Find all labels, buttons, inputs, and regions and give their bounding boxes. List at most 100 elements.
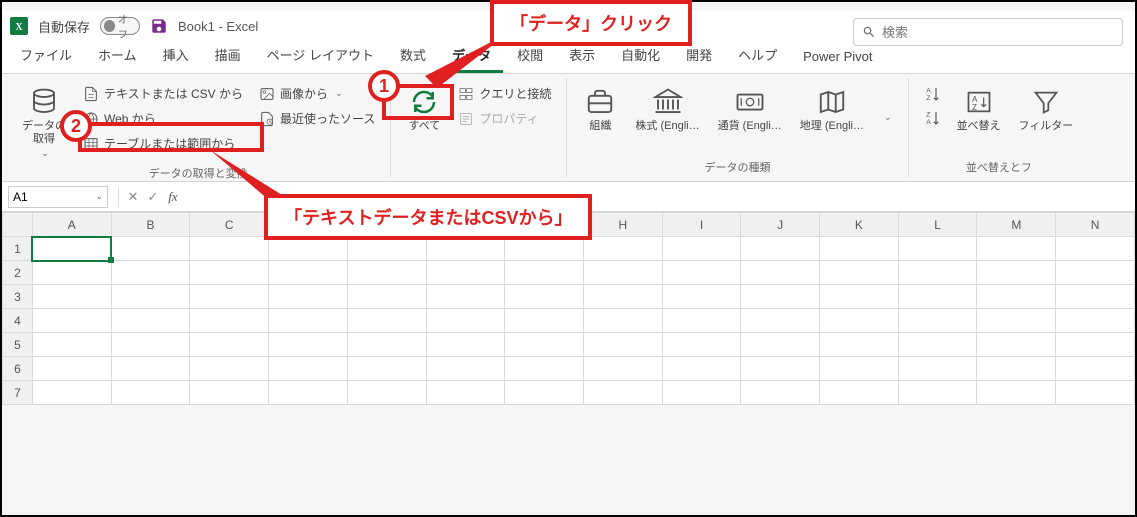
column-header[interactable]: M bbox=[977, 213, 1056, 237]
row-header[interactable]: 1 bbox=[3, 237, 33, 261]
datatypes-more[interactable]: ⌄ bbox=[876, 82, 898, 127]
cancel-icon[interactable]: ✕ bbox=[123, 189, 143, 205]
cell[interactable] bbox=[32, 261, 111, 285]
cell[interactable] bbox=[32, 357, 111, 381]
tab-draw[interactable]: 描画 bbox=[203, 39, 253, 73]
cell[interactable] bbox=[662, 333, 741, 357]
cell[interactable] bbox=[347, 309, 426, 333]
cell[interactable] bbox=[426, 381, 505, 405]
cell[interactable] bbox=[977, 285, 1056, 309]
cell[interactable] bbox=[898, 333, 977, 357]
cell[interactable] bbox=[111, 333, 190, 357]
cell[interactable] bbox=[820, 285, 899, 309]
cell[interactable] bbox=[741, 309, 820, 333]
properties-button[interactable]: プロパティ bbox=[453, 107, 556, 130]
sort-button[interactable]: AZ 並べ替え bbox=[951, 82, 1007, 137]
cell[interactable] bbox=[820, 333, 899, 357]
cell[interactable] bbox=[347, 261, 426, 285]
cell[interactable] bbox=[820, 261, 899, 285]
cell[interactable] bbox=[662, 285, 741, 309]
recent-sources-button[interactable]: 最近使ったソース bbox=[254, 107, 380, 130]
autosave-toggle[interactable]: オフ bbox=[100, 17, 140, 35]
cell[interactable] bbox=[269, 237, 348, 261]
cell[interactable] bbox=[583, 285, 662, 309]
cell[interactable] bbox=[977, 381, 1056, 405]
column-header[interactable]: I bbox=[662, 213, 741, 237]
cell[interactable] bbox=[583, 357, 662, 381]
column-header[interactable]: C bbox=[190, 213, 269, 237]
cell[interactable] bbox=[1056, 237, 1135, 261]
cell[interactable] bbox=[741, 237, 820, 261]
cell[interactable] bbox=[32, 285, 111, 309]
cell[interactable] bbox=[662, 357, 741, 381]
cell[interactable] bbox=[347, 285, 426, 309]
cell[interactable] bbox=[505, 357, 584, 381]
cell[interactable] bbox=[1056, 309, 1135, 333]
tab-insert[interactable]: 挿入 bbox=[151, 39, 201, 73]
cell[interactable] bbox=[269, 261, 348, 285]
cell[interactable] bbox=[111, 309, 190, 333]
cell[interactable] bbox=[741, 285, 820, 309]
cell[interactable] bbox=[662, 261, 741, 285]
cell[interactable] bbox=[190, 237, 269, 261]
tab-home[interactable]: ホーム bbox=[86, 39, 149, 73]
name-box[interactable]: A1 ⌄ bbox=[8, 186, 108, 208]
cell[interactable] bbox=[977, 357, 1056, 381]
cell[interactable] bbox=[190, 309, 269, 333]
column-header[interactable]: L bbox=[898, 213, 977, 237]
cell[interactable] bbox=[662, 309, 741, 333]
cell[interactable] bbox=[347, 357, 426, 381]
cell[interactable] bbox=[32, 381, 111, 405]
cell[interactable] bbox=[1056, 357, 1135, 381]
cell[interactable] bbox=[426, 333, 505, 357]
cell[interactable] bbox=[190, 357, 269, 381]
cell[interactable] bbox=[32, 309, 111, 333]
from-image-button[interactable]: 画像から ⌄ bbox=[254, 82, 380, 105]
cell[interactable] bbox=[111, 261, 190, 285]
column-header[interactable]: H bbox=[583, 213, 662, 237]
cell[interactable] bbox=[426, 237, 505, 261]
sort-asc-button[interactable]: AZ bbox=[919, 82, 945, 104]
cell[interactable] bbox=[898, 285, 977, 309]
cell[interactable] bbox=[820, 381, 899, 405]
column-header[interactable]: N bbox=[1056, 213, 1135, 237]
cell[interactable] bbox=[1056, 333, 1135, 357]
cell[interactable] bbox=[347, 237, 426, 261]
cell[interactable] bbox=[583, 309, 662, 333]
cell[interactable] bbox=[111, 381, 190, 405]
from-web-button[interactable]: Web から bbox=[78, 107, 248, 130]
row-header[interactable]: 2 bbox=[3, 261, 33, 285]
cell[interactable] bbox=[505, 237, 584, 261]
cell[interactable] bbox=[190, 261, 269, 285]
cell[interactable] bbox=[977, 309, 1056, 333]
cell[interactable] bbox=[1056, 285, 1135, 309]
cell[interactable] bbox=[269, 357, 348, 381]
cell[interactable] bbox=[190, 333, 269, 357]
tab-pagelayout[interactable]: ページ レイアウト bbox=[255, 39, 386, 73]
cell[interactable] bbox=[32, 333, 111, 357]
cell[interactable] bbox=[111, 237, 190, 261]
cell[interactable] bbox=[190, 381, 269, 405]
column-header[interactable]: K bbox=[820, 213, 899, 237]
sort-desc-button[interactable]: ZA bbox=[919, 106, 945, 128]
cell[interactable] bbox=[662, 237, 741, 261]
cell[interactable] bbox=[269, 333, 348, 357]
tab-powerpivot[interactable]: Power Pivot bbox=[791, 43, 884, 73]
row-header[interactable]: 7 bbox=[3, 381, 33, 405]
cell[interactable] bbox=[898, 357, 977, 381]
cell[interactable] bbox=[1056, 381, 1135, 405]
from-text-csv-button[interactable]: テキストまたは CSV から bbox=[78, 82, 248, 105]
cell[interactable] bbox=[977, 333, 1056, 357]
select-all-corner[interactable] bbox=[3, 213, 33, 237]
cell[interactable] bbox=[820, 237, 899, 261]
cell[interactable] bbox=[426, 261, 505, 285]
cell[interactable] bbox=[269, 381, 348, 405]
enter-icon[interactable]: ✓ bbox=[143, 189, 163, 205]
cell[interactable] bbox=[505, 261, 584, 285]
cell[interactable] bbox=[269, 309, 348, 333]
cell[interactable] bbox=[583, 381, 662, 405]
currency-button[interactable]: 通貨 (Engli… bbox=[712, 82, 788, 137]
cell[interactable] bbox=[583, 261, 662, 285]
cell[interactable] bbox=[662, 381, 741, 405]
column-header[interactable]: B bbox=[111, 213, 190, 237]
